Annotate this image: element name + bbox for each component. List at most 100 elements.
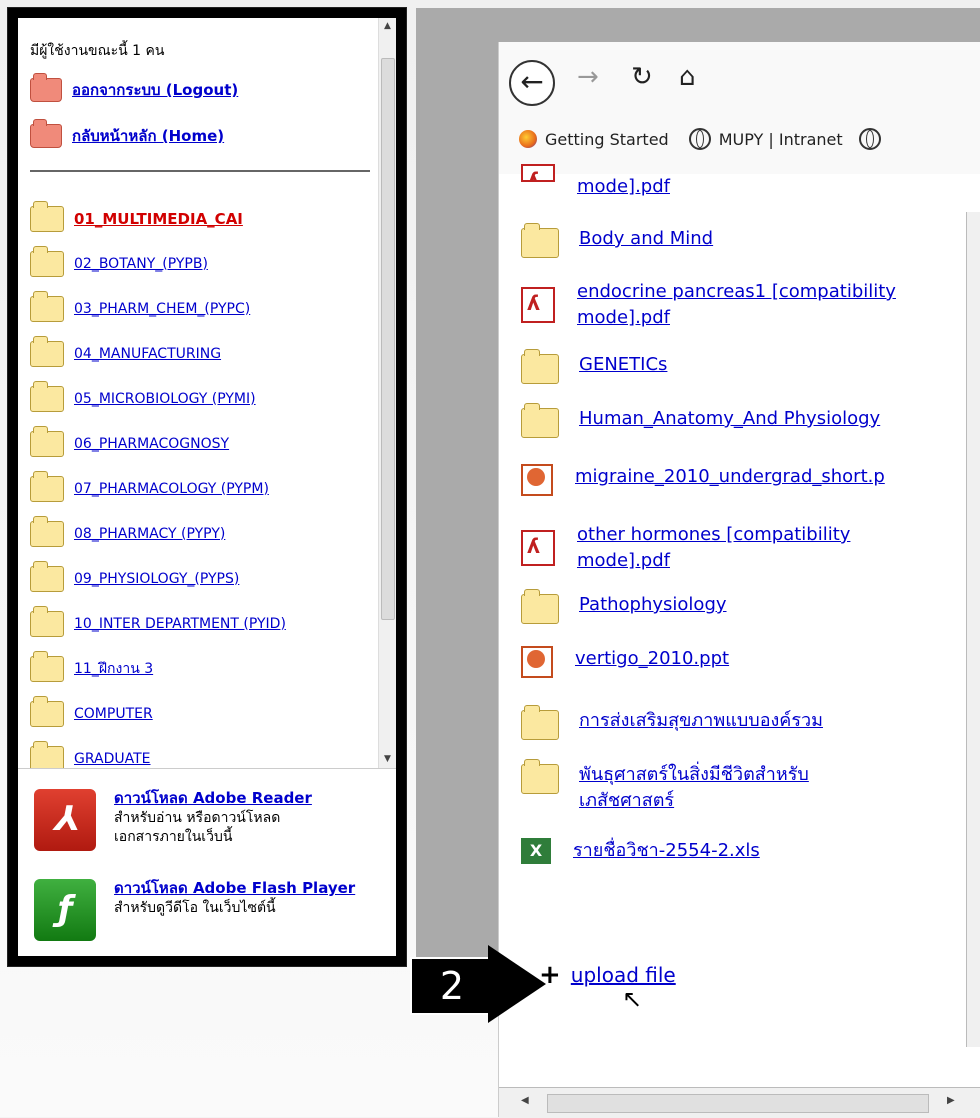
- file-link[interactable]: รายชื่อวิชา-2554-2.xls: [573, 838, 760, 864]
- horizontal-scroll-thumb[interactable]: [547, 1094, 929, 1113]
- category-item: 09_PHYSIOLOGY_(PYPS): [30, 556, 380, 601]
- bookmark-mupy-intranet[interactable]: MUPY | Intranet: [719, 130, 843, 149]
- adobe-flash-link[interactable]: ดาวน์โหลด Adobe Flash Player: [114, 879, 355, 897]
- file-link[interactable]: Human_Anatomy_And Physiology: [579, 406, 880, 432]
- folder-icon: [30, 290, 64, 322]
- file-item: การส่งเสริมสุขภาพแบบองค์รวม: [521, 705, 823, 740]
- category-item: 11_ฝึกงาน 3: [30, 646, 380, 691]
- online-users-text: มีผู้ใช้งานขณะนี้ 1 คน: [30, 43, 165, 59]
- adobe-reader-desc1: สำหรับอ่าน หรือดาวน์โหลด: [114, 810, 281, 826]
- folder-icon: [30, 200, 64, 232]
- logout-link[interactable]: ออกจากระบบ (Logout): [72, 78, 238, 102]
- adobe-reader-link[interactable]: ดาวน์โหลด Adobe Reader: [114, 789, 312, 807]
- scroll-right-arrow-icon[interactable]: ▶: [947, 1095, 955, 1106]
- file-link[interactable]: การส่งเสริมสุขภาพแบบองค์รวม: [579, 708, 823, 734]
- category-item: 04_MANUFACTURING: [30, 331, 380, 376]
- category-link[interactable]: 05_MICROBIOLOGY (PYMI): [74, 391, 256, 407]
- category-link[interactable]: GRADUATE: [74, 751, 151, 767]
- folder-icon: [30, 335, 64, 367]
- category-list: 01_MULTIMEDIA_CAI 02_BOTANY_(PYPB) 03_PHAR…: [30, 196, 380, 781]
- step-arrow-icon: [488, 945, 546, 1023]
- vertical-scrollbar[interactable]: [966, 212, 980, 1047]
- category-item: COMPUTER: [30, 691, 380, 736]
- category-link[interactable]: 11_ฝึกงาน 3: [74, 658, 153, 680]
- category-link[interactable]: 09_PHYSIOLOGY_(PYPS): [74, 571, 239, 587]
- pdf-icon: ʎ: [521, 164, 555, 182]
- forward-button[interactable]: →: [577, 62, 599, 92]
- download-section: ⅄ ดาวน์โหลด Adobe Reader สำหรับอ่าน หรือ…: [18, 768, 396, 956]
- file-link[interactable]: vertigo_2010.ppt: [575, 646, 729, 672]
- category-item: 08_PHARMACY (PYPY): [30, 511, 380, 556]
- folder-icon: [30, 515, 64, 547]
- folder-icon: [30, 380, 64, 412]
- category-link[interactable]: 07_PHARMACOLOGY (PYPM): [74, 481, 269, 497]
- file-item: ʎ other hormones [compatibility mode].pdf: [521, 522, 947, 574]
- step-number: 2: [410, 957, 494, 1015]
- reload-button[interactable]: ↻: [631, 62, 653, 92]
- folder-icon: [30, 695, 64, 727]
- step-marker: 2: [410, 945, 560, 1023]
- scroll-left-arrow-icon[interactable]: ◀: [521, 1095, 529, 1106]
- file-item: ʎ mode].pdf: [521, 164, 670, 200]
- globe-icon: [858, 128, 881, 150]
- folder-icon: [30, 425, 64, 457]
- scroll-up-arrow-icon[interactable]: ▲: [379, 18, 396, 35]
- folder-icon: [30, 470, 64, 502]
- scroll-thumb[interactable]: [381, 58, 395, 620]
- file-link[interactable]: Pathophysiology: [579, 592, 727, 618]
- adobe-reader-desc2: เอกสารภายในเว็บนี้: [114, 829, 233, 845]
- category-item: 05_MICROBIOLOGY (PYMI): [30, 376, 380, 421]
- category-item: 06_PHARMACOGNOSY: [30, 421, 380, 466]
- file-link[interactable]: other hormones [compatibility mode].pdf: [577, 522, 947, 574]
- upload-file-link[interactable]: upload file: [571, 963, 676, 987]
- folder-icon: [521, 705, 559, 740]
- category-link[interactable]: 10_INTER DEPARTMENT (PYID): [74, 616, 286, 632]
- file-link[interactable]: endocrine pancreas1 [compatibility mode]…: [577, 279, 947, 331]
- file-item: พันธุศาสตร์ในสิ่งมีชีวิตสำหรับเภสัชศาสตร…: [521, 759, 899, 814]
- category-link[interactable]: 01_MULTIMEDIA_CAI: [74, 210, 243, 228]
- folder-red-icon: [30, 119, 62, 148]
- download-adobe-flash: ƒ ดาวน์โหลด Adobe Flash Player สำหรับดูว…: [34, 879, 364, 941]
- divider: [30, 170, 370, 172]
- folder-icon: [30, 560, 64, 592]
- folder-icon: [30, 605, 64, 637]
- ppt-icon: [521, 464, 553, 496]
- category-link[interactable]: 02_BOTANY_(PYPB): [74, 256, 208, 272]
- file-item: vertigo_2010.ppt: [521, 646, 729, 678]
- file-link[interactable]: Body and Mind: [579, 226, 713, 252]
- category-link[interactable]: 03_PHARM_CHEM_(PYPC): [74, 301, 250, 317]
- adobe-flash-icon[interactable]: ƒ: [34, 879, 96, 941]
- category-link[interactable]: 06_PHARMACOGNOSY: [74, 436, 229, 452]
- category-link[interactable]: COMPUTER: [74, 706, 153, 722]
- file-item: X รายชื่อวิชา-2554-2.xls: [521, 838, 760, 864]
- folder-icon: [521, 223, 559, 258]
- file-item: Human_Anatomy_And Physiology: [521, 403, 880, 438]
- back-button[interactable]: ←: [509, 60, 555, 106]
- category-item: 01_MULTIMEDIA_CAI: [30, 196, 380, 241]
- category-link[interactable]: 04_MANUFACTURING: [74, 346, 221, 362]
- browser-window: ← → ↻ ⌂ Getting Started MUPY | Intranet …: [498, 42, 980, 1118]
- folder-icon: [521, 759, 559, 794]
- folder-icon: [521, 403, 559, 438]
- file-item: GENETICs: [521, 349, 667, 384]
- category-item: 10_INTER DEPARTMENT (PYID): [30, 601, 380, 646]
- adobe-flash-desc1: สำหรับดูวีดีโอ ในเว็บไซต์นี้: [114, 900, 276, 916]
- adobe-reader-icon[interactable]: ⅄: [34, 789, 96, 851]
- folder-icon: [521, 589, 559, 624]
- sidebar-scrollbar[interactable]: ▲ ▼: [378, 18, 396, 768]
- horizontal-scrollbar[interactable]: ◀ ▶: [499, 1087, 980, 1118]
- folder-icon: [30, 245, 64, 277]
- file-link[interactable]: mode].pdf: [577, 174, 670, 200]
- category-item: 02_BOTANY_(PYPB): [30, 241, 380, 286]
- file-link[interactable]: พันธุศาสตร์ในสิ่งมีชีวิตสำหรับเภสัชศาสตร…: [579, 762, 899, 814]
- bookmark-getting-started[interactable]: Getting Started: [545, 130, 669, 149]
- home-button[interactable]: ⌂: [679, 62, 696, 92]
- folder-icon: [521, 349, 559, 384]
- home-link[interactable]: กลับหน้าหลัก (Home): [72, 124, 224, 148]
- scroll-down-arrow-icon[interactable]: ▼: [379, 751, 396, 768]
- file-link[interactable]: migraine_2010_undergrad_short.p: [575, 464, 885, 490]
- mouse-cursor-icon: ↖: [622, 985, 643, 1013]
- category-item: 07_PHARMACOLOGY (PYPM): [30, 466, 380, 511]
- file-link[interactable]: GENETICs: [579, 352, 667, 378]
- category-link[interactable]: 08_PHARMACY (PYPY): [74, 526, 225, 542]
